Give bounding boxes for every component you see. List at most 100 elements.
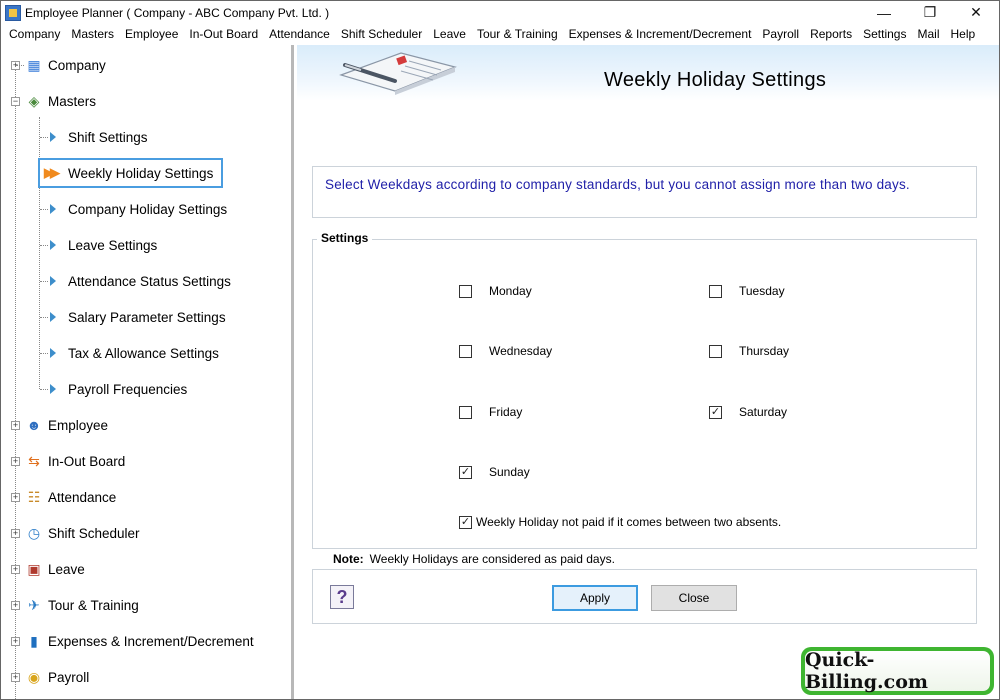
checkbox-box[interactable] [459, 284, 472, 298]
window-title: Employee Planner ( Company - ABC Company… [25, 5, 330, 20]
menu-employee[interactable]: Employee [121, 24, 182, 44]
menu-reports[interactable]: Reports [806, 24, 856, 44]
calendar-icon: ▣ [27, 560, 41, 577]
tree-connector [16, 65, 24, 66]
tree-item-payroll[interactable]: ◉ Payroll [25, 665, 89, 689]
tree-item-shift-settings[interactable]: Shift Settings [50, 125, 148, 149]
holiday-not-paid-checkbox[interactable]: ✓ Weekly Holiday not paid if it comes be… [459, 515, 781, 529]
tree-connector [40, 317, 48, 318]
menu-leave[interactable]: Leave [429, 24, 470, 44]
note-label: Note: [333, 552, 364, 566]
expand-icon[interactable]: + [11, 493, 20, 502]
menu-masters[interactable]: Masters [67, 24, 118, 44]
navigation-tree: + ▦ Company − ◈ Masters Shift Settings ▶… [2, 45, 294, 699]
sunday-checkbox[interactable]: ✓ Sunday [459, 465, 530, 479]
coin-icon: ◉ [27, 668, 41, 685]
tree-connector [40, 389, 48, 390]
checkbox-label: Monday [489, 284, 532, 298]
restore-icon[interactable]: ❐ [907, 1, 953, 24]
tree-item-tour-training[interactable]: ✈ Tour & Training [25, 593, 139, 617]
checkbox-box[interactable]: ✓ [709, 405, 722, 419]
checkbox-box[interactable] [459, 405, 472, 419]
checkbox-box[interactable] [459, 344, 472, 358]
collapse-icon[interactable]: − [11, 97, 20, 106]
info-message: Select Weekdays according to company sta… [325, 177, 910, 192]
tree-item-salary-parameter-settings[interactable]: Salary Parameter Settings [50, 305, 226, 329]
tuesday-checkbox[interactable]: Tuesday [709, 284, 785, 298]
close-icon[interactable]: ✕ [953, 1, 999, 24]
checkbox-box[interactable] [709, 284, 722, 298]
expand-icon[interactable]: + [11, 637, 20, 646]
expand-icon[interactable]: + [11, 529, 20, 538]
menu-company[interactable]: Company [5, 24, 64, 44]
tree-item-shift-scheduler[interactable]: ◷ Shift Scheduler [25, 521, 140, 545]
checkbox-box[interactable]: ✓ [459, 515, 472, 529]
expand-icon[interactable]: + [11, 421, 20, 430]
tree-item-label: In-Out Board [48, 453, 126, 469]
expand-icon[interactable]: + [11, 673, 20, 682]
monday-checkbox[interactable]: Monday [459, 284, 532, 298]
tree-item-employee[interactable]: ☻ Employee [25, 413, 108, 437]
checkbox-label: Tuesday [739, 284, 785, 298]
tree-item-company-holiday-settings[interactable]: Company Holiday Settings [50, 197, 227, 221]
menu-bar: Company Masters Employee In-Out Board At… [1, 24, 999, 44]
arrow-right-icon [50, 312, 56, 322]
tree-item-label: Expenses & Increment/Decrement [48, 633, 254, 649]
tree-connector [40, 209, 48, 210]
expand-icon[interactable]: + [11, 457, 20, 466]
tree-item-label: Salary Parameter Settings [68, 309, 226, 325]
menu-payroll[interactable]: Payroll [758, 24, 803, 44]
checkbox-label: Saturday [739, 405, 788, 419]
page-title: Weekly Holiday Settings [604, 69, 827, 91]
menu-expenses[interactable]: Expenses & Increment/Decrement [565, 24, 756, 44]
airplane-icon: ✈ [28, 596, 40, 613]
tree-item-tax-allowance-settings[interactable]: Tax & Allowance Settings [50, 341, 219, 365]
layers-icon: ◈ [28, 92, 40, 109]
menu-shift-scheduler[interactable]: Shift Scheduler [337, 24, 426, 44]
menu-attendance[interactable]: Attendance [265, 24, 334, 44]
tree-item-leave-settings[interactable]: Leave Settings [50, 233, 157, 257]
menu-settings[interactable]: Settings [859, 24, 910, 44]
settings-group: Settings Monday Tuesday Wednesday Thursd… [312, 231, 977, 549]
expand-icon[interactable]: + [11, 565, 20, 574]
tree-item-in-out-board[interactable]: ⇆ In-Out Board [25, 449, 125, 473]
tree-item-attendance[interactable]: ☷ Attendance [25, 485, 117, 509]
apply-button[interactable]: Apply [552, 585, 638, 611]
friday-checkbox[interactable]: Friday [459, 405, 522, 419]
tree-item-label: Employee [48, 417, 109, 433]
checkbox-box[interactable]: ✓ [459, 465, 472, 479]
menu-in-out-board[interactable]: In-Out Board [185, 24, 262, 44]
saturday-checkbox[interactable]: ✓ Saturday [709, 405, 787, 419]
arrow-right-icon [50, 276, 56, 286]
tree-item-company[interactable]: ▦ Company [25, 53, 106, 77]
checkbox-label: Sunday [489, 465, 530, 479]
menu-help[interactable]: Help [947, 24, 980, 44]
tree-item-label: Masters [48, 93, 97, 109]
tree-item-weekly-holiday-settings[interactable]: ▶▶ Weekly Holiday Settings [38, 158, 224, 188]
tree-item-label: Payroll Frequencies [68, 381, 188, 397]
wednesday-checkbox[interactable]: Wednesday [459, 344, 552, 358]
tree-item-expenses[interactable]: ▮ Expenses & Increment/Decrement [25, 629, 254, 653]
thursday-checkbox[interactable]: Thursday [709, 344, 789, 358]
minimize-icon[interactable]: — [861, 1, 907, 24]
tree-item-label: Tour & Training [48, 597, 139, 613]
tree-item-payroll-frequencies[interactable]: Payroll Frequencies [50, 377, 187, 401]
menu-mail[interactable]: Mail [913, 24, 943, 44]
quick-billing-badge: Quick-Billing.com [801, 647, 994, 695]
tree-item-attendance-status-settings[interactable]: Attendance Status Settings [50, 269, 231, 293]
expand-icon[interactable]: + [11, 601, 20, 610]
tree-item-leave[interactable]: ▣ Leave [25, 557, 84, 581]
help-icon[interactable]: ? [330, 585, 354, 609]
tree-item-label: Shift Settings [68, 129, 148, 145]
tree-item-label: Leave Settings [68, 237, 158, 253]
menu-tour-training[interactable]: Tour & Training [473, 24, 562, 44]
close-button[interactable]: Close [651, 585, 737, 611]
checkbox-box[interactable] [709, 344, 722, 358]
double-arrow-icon: ▶▶ [44, 165, 60, 180]
arrow-right-icon [50, 348, 56, 358]
tree-connector [40, 281, 48, 282]
tree-item-label: Company [48, 57, 106, 73]
tree-item-masters[interactable]: ◈ Masters [25, 89, 96, 113]
checkbox-label: Friday [489, 405, 523, 419]
arrow-right-icon [50, 384, 56, 394]
